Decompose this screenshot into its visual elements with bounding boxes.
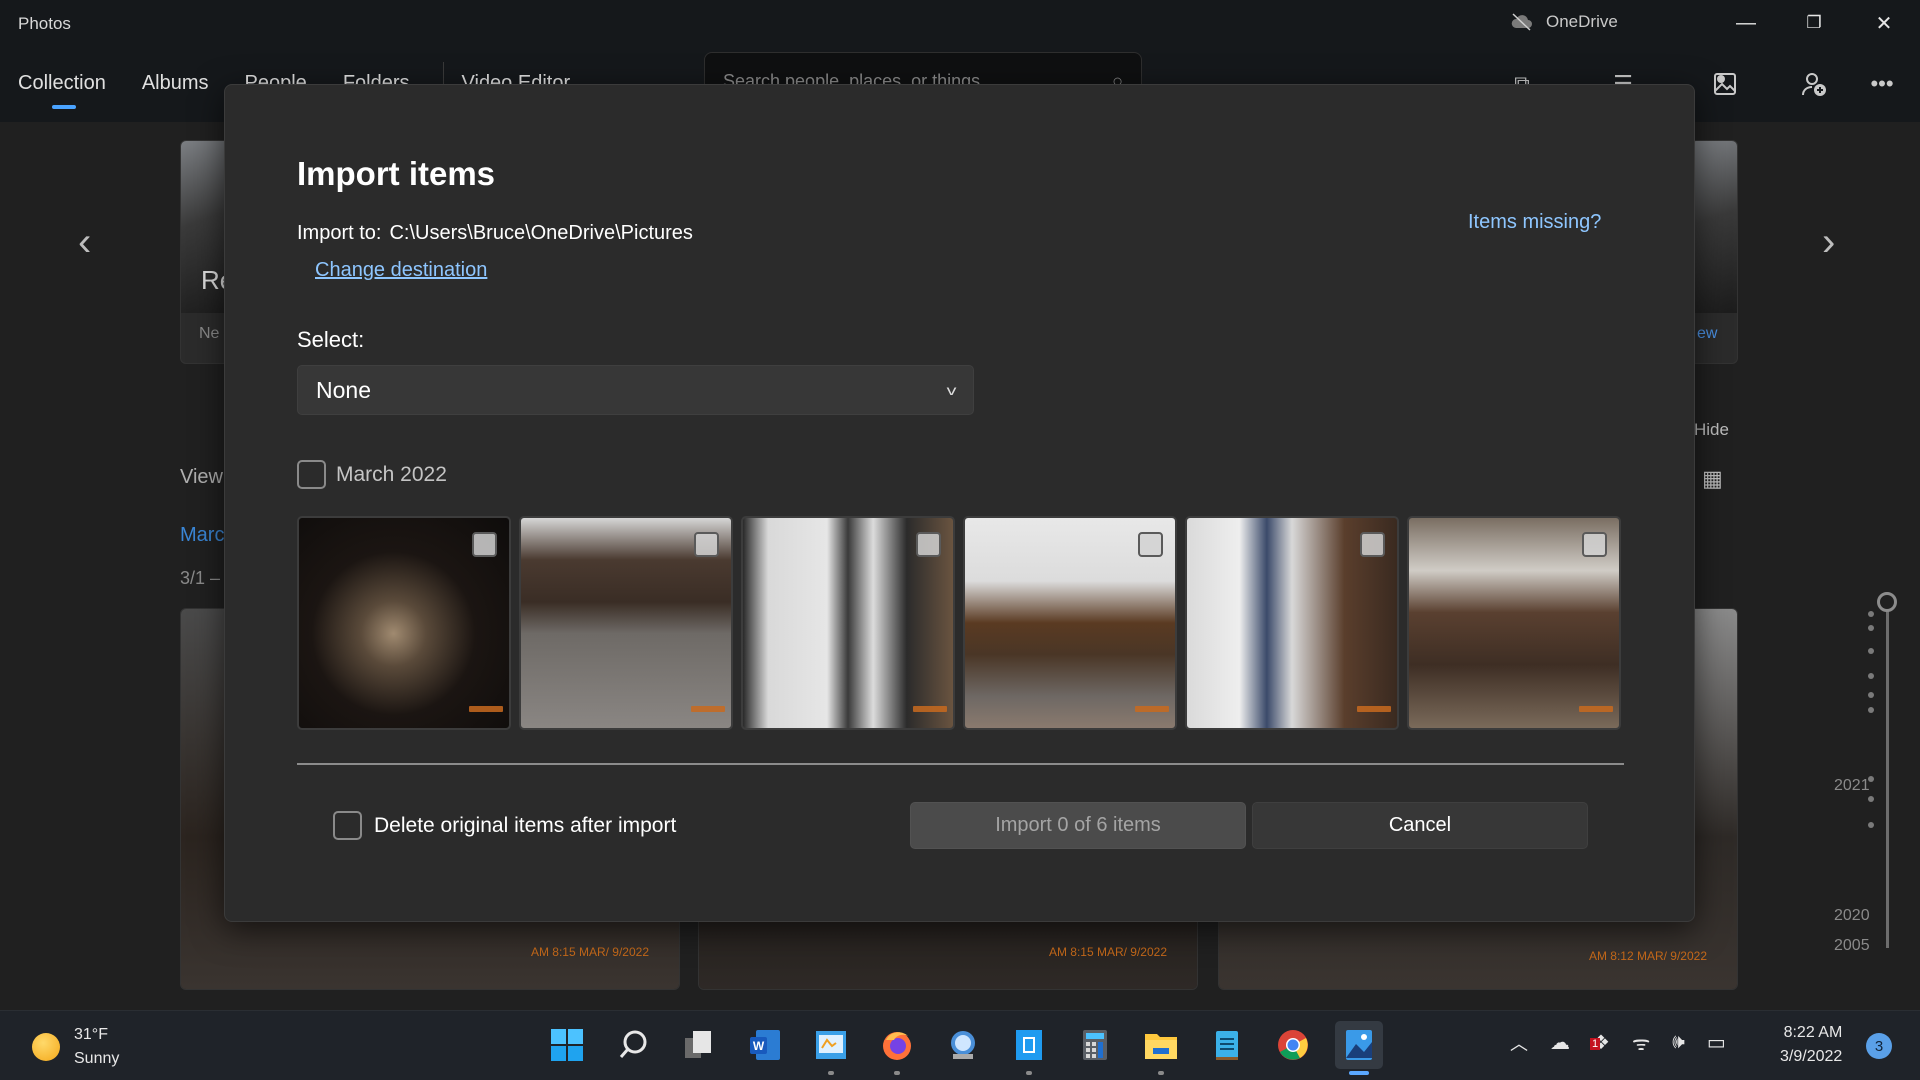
volume-icon[interactable]: 🕪 (1672, 1031, 1685, 1054)
running-indicator (828, 1071, 834, 1075)
photos-icon (1346, 1030, 1372, 1060)
dialog-title: Import items (297, 155, 496, 192)
running-indicator (1158, 1071, 1164, 1075)
clock[interactable]: 8:22 AM 3/9/2022 (1780, 1021, 1842, 1069)
thumbnail-item[interactable] (1407, 516, 1621, 730)
running-indicator (1026, 1071, 1032, 1075)
task-view-icon (685, 1031, 711, 1058)
weather-temp: 31°F (74, 1026, 108, 1043)
select-label: Select: (297, 327, 365, 352)
photo-date-stamp (469, 706, 503, 712)
active-indicator (1349, 1071, 1369, 1075)
taskbar: 31°F Sunny W ︿ ☁ ❖ 1 ᯤ 🕪 ▭ 8:22 AM 3/9/2… (0, 1010, 1920, 1080)
remote-desktop-icon (951, 1031, 975, 1059)
change-destination-link[interactable]: Change destination (315, 259, 487, 282)
control-panel-app[interactable] (807, 1021, 855, 1075)
running-indicator (894, 1071, 900, 1075)
thumbnail-grid (297, 516, 1621, 730)
system-tray: ︿ ☁ ❖ 1 ᯤ 🕪 ▭ (1510, 1029, 1726, 1056)
thumbnail-checkbox[interactable] (916, 532, 941, 557)
wifi-icon[interactable]: ᯤ (1632, 1029, 1650, 1056)
import-to-path: C:\Users\Bruce\OneDrive\Pictures (389, 222, 693, 244)
delete-original-checkbox[interactable] (333, 811, 362, 840)
thumbnail-checkbox[interactable] (472, 532, 497, 557)
control-panel-icon (816, 1031, 846, 1059)
firefox-icon (883, 1032, 911, 1060)
import-destination: Import to: C:\Users\Bruce\OneDrive\Pictur… (297, 222, 693, 245)
delete-original-option[interactable]: Delete original items after import (333, 811, 676, 840)
thumbnail-checkbox[interactable] (1582, 532, 1607, 557)
photo-date-stamp (1357, 706, 1391, 712)
start-icon (551, 1029, 583, 1061)
word-icon: W (750, 1030, 780, 1060)
file-explorer-app[interactable] (1137, 1021, 1185, 1075)
clock-date: 3/9/2022 (1780, 1048, 1843, 1065)
word-app[interactable]: W (741, 1021, 789, 1069)
photos-app[interactable] (1335, 1021, 1383, 1075)
tray-badge: 1 (1590, 1038, 1601, 1050)
thumbnail-checkbox[interactable] (694, 532, 719, 557)
file-explorer-icon (1145, 1034, 1177, 1059)
group-checkbox[interactable] (297, 460, 326, 489)
sun-icon (32, 1033, 60, 1061)
dialog-divider (297, 763, 1624, 765)
import-to-label: Import to: (297, 222, 382, 244)
photo-date-stamp (913, 706, 947, 712)
notification-badge[interactable]: 3 (1866, 1033, 1892, 1059)
battery-icon[interactable]: ▭ (1707, 1030, 1726, 1055)
chevron-down-icon: v (946, 382, 957, 398)
weather-desc: Sunny (74, 1050, 120, 1067)
svg-text:W: W (753, 1039, 765, 1053)
calculator-icon (1083, 1030, 1107, 1060)
show-hidden-icons-icon[interactable]: ︿ (1510, 1030, 1528, 1056)
weather-widget[interactable]: 31°F Sunny (32, 1023, 119, 1071)
cancel-button[interactable]: Cancel (1252, 802, 1588, 849)
import-button[interactable]: Import 0 of 6 items (910, 802, 1246, 849)
start-button[interactable] (543, 1021, 591, 1069)
clock-time: 8:22 AM (1783, 1024, 1843, 1041)
thumbnail-item[interactable] (519, 516, 733, 730)
thumbnail-item[interactable] (741, 516, 955, 730)
import-items-dialog: Import items Import to: C:\Users\Bruce\On… (224, 84, 1695, 922)
chrome-app[interactable] (1269, 1021, 1317, 1069)
items-missing-link[interactable]: Items missing? (1468, 211, 1601, 234)
group-label: March 2022 (336, 462, 447, 486)
thumbnail-item[interactable] (1185, 516, 1399, 730)
task-view-button[interactable] (675, 1021, 723, 1069)
mail-app[interactable] (1005, 1021, 1053, 1075)
chrome-icon (1278, 1030, 1308, 1060)
notepad-icon (1216, 1031, 1238, 1060)
thumbnail-checkbox[interactable] (1138, 532, 1163, 557)
delete-original-label: Delete original items after import (374, 813, 677, 837)
firefox-app[interactable] (873, 1021, 921, 1075)
select-value: None (316, 376, 371, 403)
group-select-row[interactable]: March 2022 (297, 460, 447, 489)
taskbar-apps: W (543, 1021, 1383, 1075)
thumbnail-item[interactable] (963, 516, 1177, 730)
remote-desktop-app[interactable] (939, 1021, 987, 1069)
taskbar-search-button[interactable] (609, 1021, 657, 1069)
photo-date-stamp (691, 706, 725, 712)
photo-date-stamp (1135, 706, 1169, 712)
select-dropdown[interactable]: None v (297, 365, 974, 415)
calculator-app[interactable] (1071, 1021, 1119, 1069)
mail-icon (1016, 1030, 1042, 1060)
thumbnail-item[interactable] (297, 516, 511, 730)
notepad-app[interactable] (1203, 1021, 1251, 1069)
search-icon (619, 1030, 647, 1058)
photo-date-stamp (1579, 706, 1613, 712)
dropbox-icon[interactable]: ❖ 1 (1590, 1030, 1610, 1055)
thumbnail-checkbox[interactable] (1360, 532, 1385, 557)
onedrive-tray-icon[interactable]: ☁ (1550, 1030, 1570, 1055)
